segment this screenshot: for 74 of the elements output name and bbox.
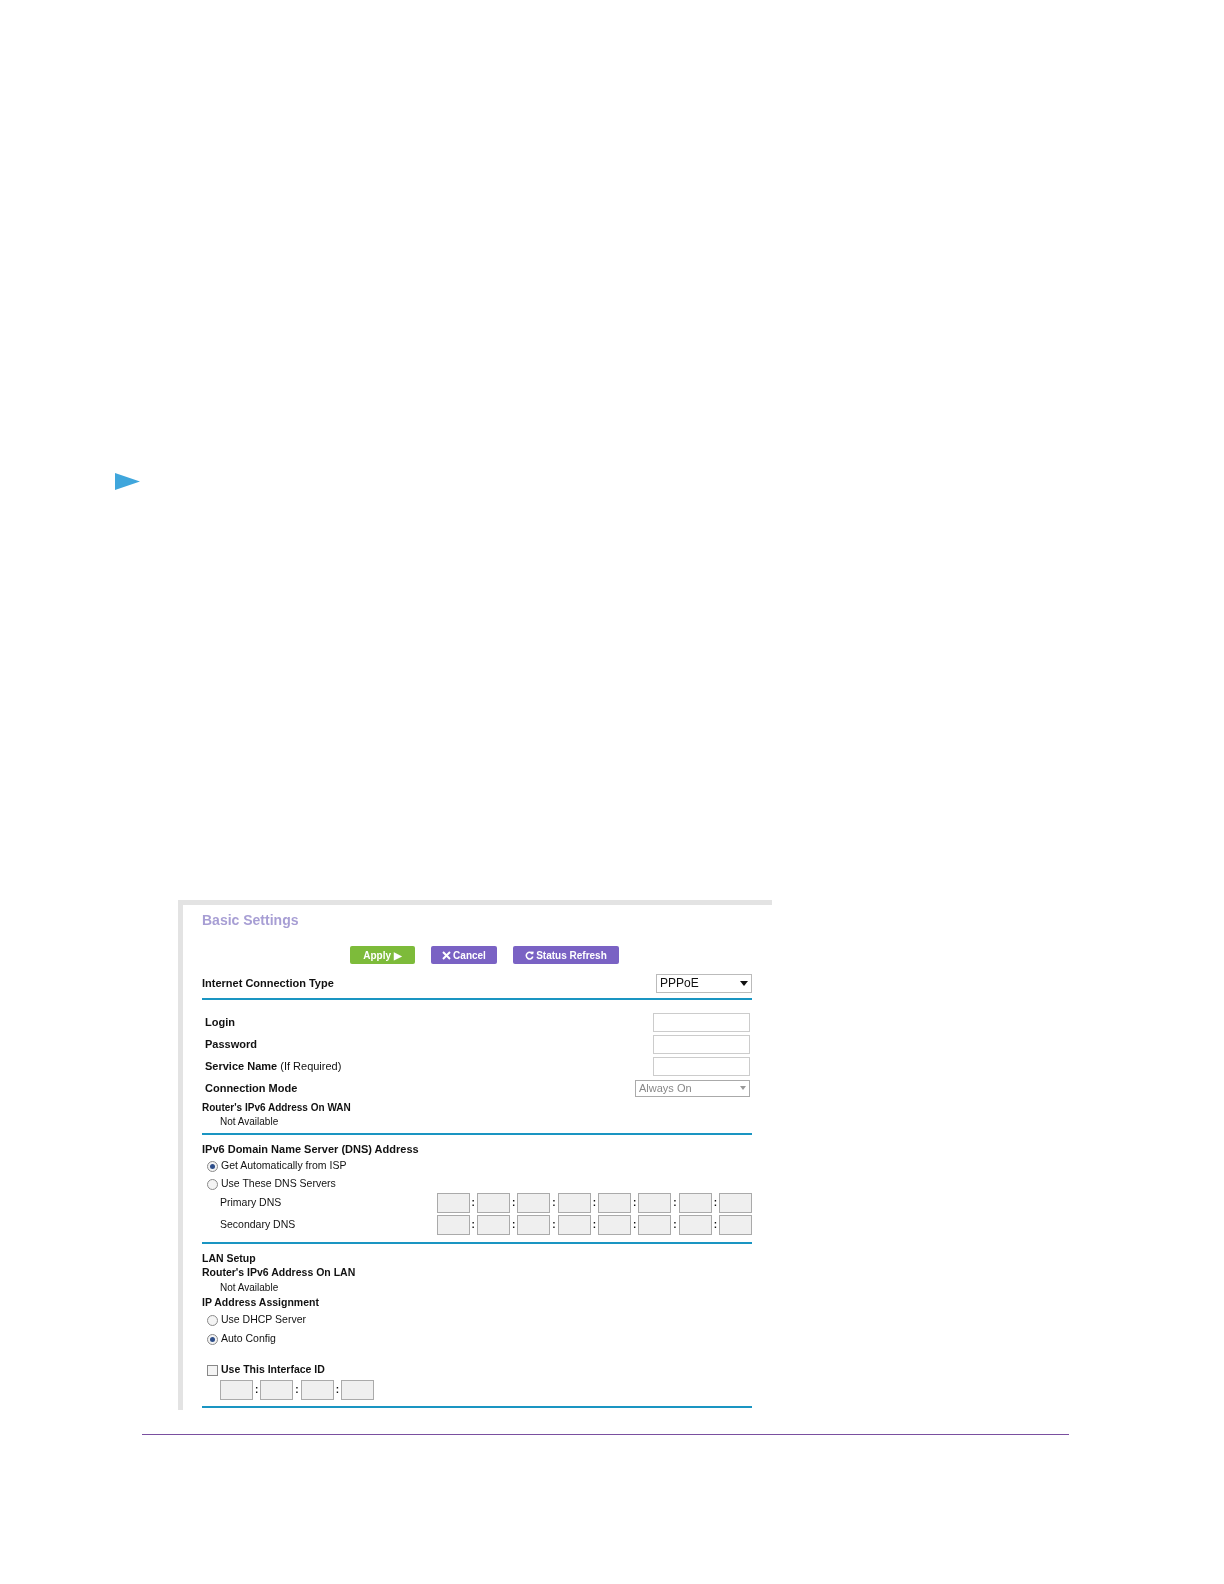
text-field[interactable] [653, 1035, 750, 1054]
field-label: Login [205, 1015, 235, 1031]
field-label: Router's IPv6 Address On WAN [202, 1101, 352, 1114]
separator-text: : [470, 1219, 476, 1230]
field-label: Router's IPv6 Address On LAN [202, 1265, 357, 1280]
separator-text: : [510, 1219, 517, 1230]
option-label: Get Automatically from ISP [221, 1158, 347, 1174]
address-segment-field[interactable] [597, 1192, 631, 1213]
refresh-button[interactable]: Status Refresh [513, 946, 619, 964]
separator-text: : [334, 1385, 341, 1395]
address-segment-field[interactable] [638, 1192, 672, 1213]
separator-text: : [631, 1197, 638, 1208]
caret-icon [740, 980, 748, 986]
address-segment-field[interactable] [517, 1192, 551, 1213]
connection-mode-dropdown[interactable]: Always On [635, 1079, 750, 1097]
triangle-icon [115, 473, 140, 490]
text-field[interactable] [653, 1057, 750, 1076]
status-text: Not Available [220, 1115, 280, 1128]
address-segment-field[interactable] [476, 1192, 510, 1213]
separator-text: : [551, 1197, 557, 1208]
radio-button[interactable] [207, 1314, 218, 1326]
radio-button[interactable] [207, 1333, 218, 1345]
text-field[interactable] [653, 1013, 750, 1032]
panel-title: Basic Settings [202, 911, 300, 930]
address-segment-field[interactable] [260, 1380, 294, 1400]
field-label: Secondary DNS [220, 1216, 296, 1232]
section-heading: IPv6 Domain Name Server (DNS) Address [202, 1142, 420, 1157]
option-label: Use This Interface ID [221, 1362, 325, 1378]
separator-text: : [672, 1197, 678, 1208]
refresh-icon [525, 950, 535, 960]
address-segment-field[interactable] [597, 1214, 631, 1235]
field-label: IP Address Assignment [202, 1295, 320, 1310]
address-segment-field[interactable] [557, 1192, 591, 1213]
address-segment-field[interactable] [719, 1192, 752, 1213]
option-label: Auto Config [221, 1331, 276, 1347]
option-label: Use DHCP Server [221, 1312, 306, 1328]
separator-text: : [551, 1219, 557, 1230]
connection-type-dropdown[interactable]: PPPoE [656, 973, 752, 993]
field-label: Connection Mode [205, 1080, 298, 1096]
address-segment-field[interactable] [436, 1214, 470, 1235]
separator-text: : [591, 1197, 597, 1208]
separator-text: : [254, 1385, 260, 1395]
address-segment-field[interactable] [638, 1214, 672, 1235]
address-segment-field[interactable] [719, 1214, 752, 1235]
checkbox[interactable] [207, 1364, 218, 1376]
address-segment-field[interactable] [476, 1214, 510, 1235]
address-segment-field[interactable] [341, 1380, 375, 1400]
address-segment-field[interactable] [678, 1214, 712, 1235]
separator-text: : [672, 1219, 678, 1230]
address-segment-field[interactable] [678, 1192, 712, 1213]
cancel-button[interactable]: Cancel [431, 946, 497, 964]
field-label: Password [205, 1037, 257, 1053]
section-heading: LAN Setup [202, 1251, 257, 1265]
address-segment-field[interactable] [220, 1380, 253, 1400]
separator-text: : [712, 1197, 718, 1208]
field-label: Internet Connection Type [202, 975, 334, 991]
separator-text: : [470, 1197, 476, 1208]
radio-button[interactable] [207, 1178, 218, 1190]
option-label: Use These DNS Servers [221, 1176, 336, 1192]
separator-text: : [510, 1197, 517, 1208]
radio-button[interactable] [207, 1160, 218, 1172]
separator-text: : [591, 1219, 597, 1230]
address-segment-field[interactable] [300, 1380, 334, 1400]
status-text: Not Available [220, 1281, 280, 1295]
address-segment-field[interactable] [517, 1214, 551, 1235]
separator-text: : [712, 1219, 718, 1230]
separator-text: : [631, 1219, 638, 1230]
address-segment-field[interactable] [557, 1214, 591, 1235]
close-icon [442, 950, 452, 960]
field-label: Primary DNS [220, 1194, 282, 1210]
field-label: Service Name (If Required) [205, 1059, 342, 1075]
separator-text: : [294, 1385, 300, 1395]
address-segment-field[interactable] [436, 1192, 470, 1213]
caret-icon [740, 1086, 746, 1090]
